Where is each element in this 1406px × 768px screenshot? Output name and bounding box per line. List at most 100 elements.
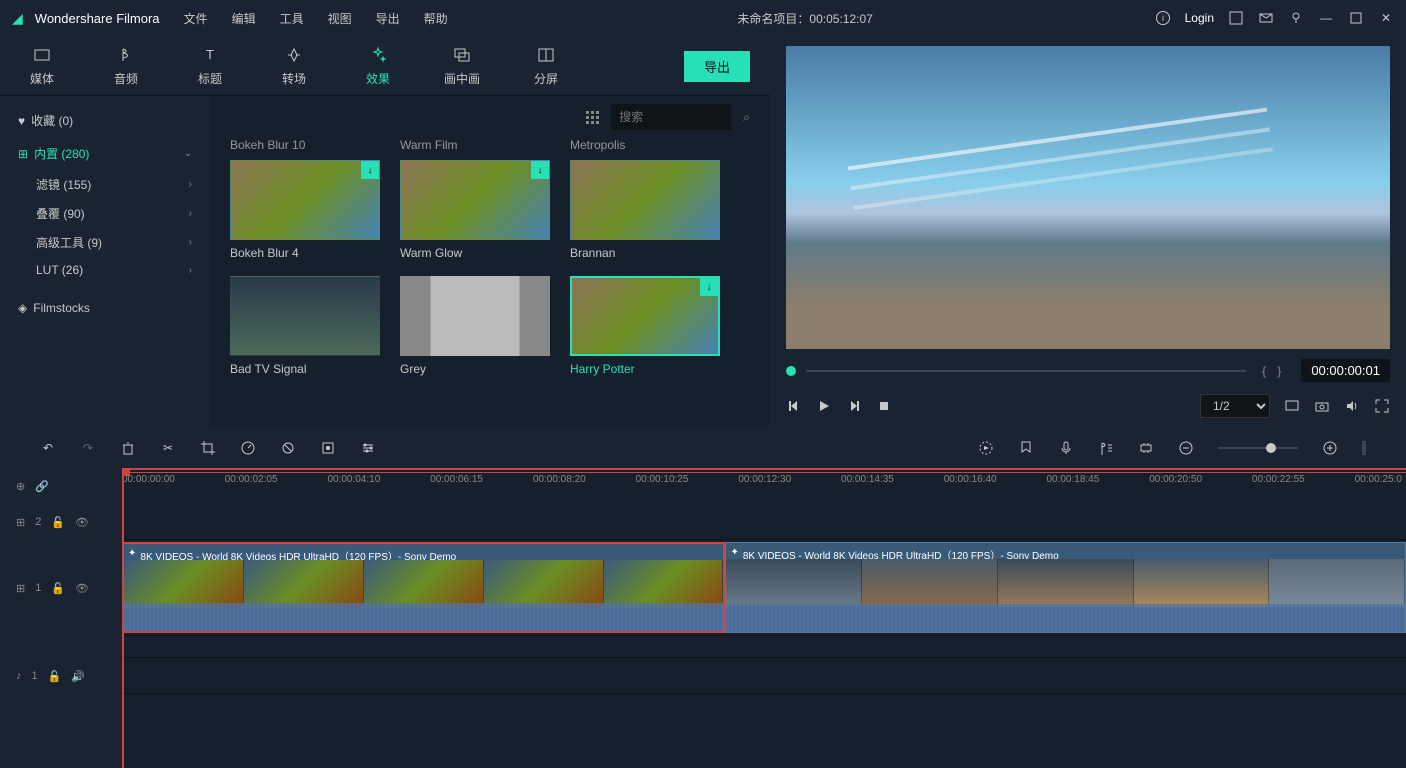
download-icon[interactable]: ↓ (531, 161, 549, 179)
clip-waveform (726, 604, 1405, 632)
audio-mixer-icon[interactable] (1098, 440, 1114, 456)
tab-transitions-label: 转场 (282, 70, 306, 87)
effect-item[interactable]: ↓Warm Glow (400, 160, 550, 260)
clip-video-1[interactable]: ✦ 8K VIDEOS - World 8K Videos HDR UltraH… (122, 542, 725, 633)
effect-item-selected[interactable]: ↓Harry Potter (570, 276, 720, 376)
track-a1[interactable] (122, 658, 1406, 694)
clip-video-2[interactable]: ✦ 8K VIDEOS - World 8K Videos HDR UltraH… (725, 542, 1406, 633)
mark-brackets[interactable]: { } (1256, 364, 1291, 378)
preview-panel: { } 00:00:00:01 1/2 (770, 36, 1406, 428)
marker-icon[interactable] (1018, 440, 1034, 456)
download-icon[interactable]: ↓ (700, 278, 718, 296)
preview-viewer[interactable] (786, 46, 1390, 349)
settings-icon[interactable] (360, 440, 376, 456)
info-icon[interactable]: i (1155, 10, 1171, 26)
playhead[interactable] (122, 468, 124, 768)
sidebar-cat-overlays[interactable]: 叠覆 (90)› (0, 199, 210, 228)
effect-item[interactable]: ↓Bokeh Blur 4 (230, 160, 380, 260)
track-a1-header[interactable]: ♪1 🔓 🔊 (0, 658, 122, 694)
zoom-in-icon[interactable] (1322, 440, 1338, 456)
scale-select[interactable]: 1/2 (1200, 394, 1270, 418)
sidebar-cat-overlays-label: 叠覆 (90) (36, 205, 85, 222)
view-grid-icon[interactable] (586, 111, 599, 124)
render-icon[interactable] (978, 440, 994, 456)
export-button[interactable]: 导出 (684, 51, 750, 82)
track-v1[interactable]: ✦ 8K VIDEOS - World 8K Videos HDR UltraH… (122, 540, 1406, 636)
cut-icon[interactable]: ✂ (160, 440, 176, 456)
effect-label: Brannan (570, 246, 720, 260)
stop-icon[interactable] (876, 398, 892, 414)
volume-icon[interactable] (1344, 398, 1360, 414)
login-button[interactable]: Login (1185, 11, 1214, 25)
speed-icon[interactable] (240, 440, 256, 456)
timeline-tracks-area[interactable]: 00:00:00:00 00:00:02:05 00:00:04:10 00:0… (122, 468, 1406, 768)
color-icon[interactable] (280, 440, 296, 456)
speaker-icon[interactable]: 🔊 (71, 670, 85, 683)
ruler-tick: 00:00:18:45 (1046, 474, 1099, 485)
record-icon[interactable] (1058, 440, 1074, 456)
scrub-track[interactable] (806, 370, 1246, 372)
tab-audio[interactable]: 音频 (104, 46, 148, 87)
close-icon[interactable]: ✕ (1378, 10, 1394, 26)
zoom-slider[interactable] (1218, 447, 1298, 449)
track-v1-header[interactable]: ⊞1 🔓 👁 (0, 540, 122, 636)
tab-effects[interactable]: 效果 (356, 46, 400, 87)
menu-edit[interactable]: 编辑 (224, 10, 264, 27)
playhead-dot[interactable] (786, 366, 796, 376)
effect-item[interactable]: Grey (400, 276, 550, 376)
tab-media[interactable]: 媒体 (20, 46, 64, 87)
tab-transitions[interactable]: 转场 (272, 46, 316, 87)
menu-export[interactable]: 导出 (368, 10, 408, 27)
lock-icon[interactable]: 🔓 (51, 516, 65, 529)
lock-icon[interactable]: 🔓 (48, 670, 62, 683)
effect-item[interactable]: Brannan (570, 160, 720, 260)
tab-media-label: 媒体 (30, 70, 54, 87)
effect-item[interactable]: Bad TV Signal (230, 276, 380, 376)
menu-tools[interactable]: 工具 (272, 10, 312, 27)
eye-icon[interactable]: 👁 (75, 582, 89, 595)
search-input[interactable] (611, 104, 731, 130)
search-icon[interactable]: ⌕ (743, 110, 750, 125)
sidebar-cat-filters[interactable]: 滤镜 (155)› (0, 170, 210, 199)
sidebar-builtin[interactable]: ⊞内置 (280)⌄ (0, 137, 210, 170)
prev-frame-icon[interactable] (786, 398, 802, 414)
menu-file[interactable]: 文件 (176, 10, 216, 27)
tab-split[interactable]: 分屏 (524, 46, 568, 87)
music-icon: ♪ (16, 670, 22, 682)
sidebar-favorites[interactable]: ♥收藏 (0) (0, 104, 210, 137)
sidebar-filmstocks[interactable]: ◈Filmstocks (0, 293, 210, 323)
menu-help[interactable]: 帮助 (416, 10, 456, 27)
tab-pip[interactable]: 画中画 (440, 46, 484, 87)
save-icon[interactable] (1228, 10, 1244, 26)
minimize-icon[interactable]: — (1318, 10, 1334, 26)
zoom-out-icon[interactable] (1178, 440, 1194, 456)
tab-pip-label: 画中画 (444, 70, 480, 87)
undo-icon[interactable]: ↶ (40, 440, 56, 456)
sidebar-cat-lut[interactable]: LUT (26)› (0, 257, 210, 283)
match-icon[interactable] (1138, 440, 1154, 456)
notification-icon[interactable] (1288, 10, 1304, 26)
track-v2-header[interactable]: ⊞2 🔓 👁 (0, 504, 122, 540)
link-icon[interactable]: 🔗 (35, 480, 49, 493)
download-icon[interactable]: ↓ (361, 161, 379, 179)
mail-icon[interactable] (1258, 10, 1274, 26)
fullscreen-icon[interactable] (1374, 398, 1390, 414)
tab-titles[interactable]: T标题 (188, 46, 232, 87)
display-icon[interactable] (1284, 398, 1300, 414)
crop-icon[interactable] (200, 440, 216, 456)
timeline-ruler[interactable]: 00:00:00:00 00:00:02:05 00:00:04:10 00:0… (122, 468, 1406, 504)
snapshot-icon[interactable] (1314, 398, 1330, 414)
next-frame-icon[interactable] (846, 398, 862, 414)
timeline-options-icon[interactable] (1362, 441, 1366, 455)
play-icon[interactable] (816, 398, 832, 414)
sidebar-cat-advanced[interactable]: 高级工具 (9)› (0, 228, 210, 257)
menu-view[interactable]: 视图 (320, 10, 360, 27)
delete-icon[interactable] (120, 440, 136, 456)
lock-icon[interactable]: 🔓 (51, 582, 65, 595)
redo-icon[interactable]: ↷ (80, 440, 96, 456)
green-screen-icon[interactable] (320, 440, 336, 456)
maximize-icon[interactable] (1348, 10, 1364, 26)
eye-icon[interactable]: 👁 (75, 516, 89, 529)
add-track-icon[interactable]: ⊕ (16, 480, 25, 493)
track-v2[interactable] (122, 504, 1406, 540)
